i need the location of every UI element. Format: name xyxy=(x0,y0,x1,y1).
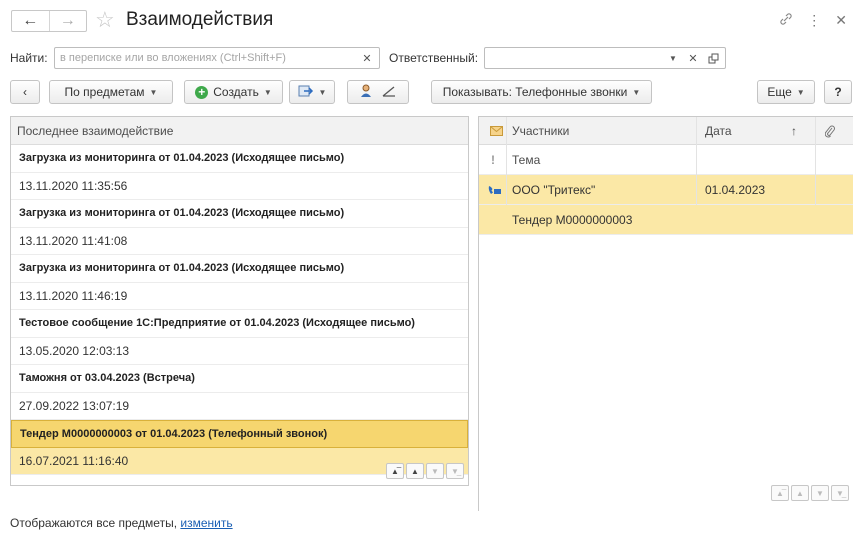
chevron-down-icon: ▼ xyxy=(796,87,805,97)
responsible-field[interactable]: ▼ ✕ xyxy=(484,47,726,69)
table-row-topic[interactable]: Тендер М0000000003 xyxy=(479,205,853,235)
dropdown-arrow-icon[interactable]: ▼ xyxy=(663,48,683,68)
table-row-subject[interactable]: Загрузка из мониторинга от 01.04.2023 (И… xyxy=(11,145,468,173)
show-filter-label: Показывать: Телефонные звонки xyxy=(442,85,628,99)
search-placeholder: в переписке или во вложениях (Ctrl+Shift… xyxy=(60,52,286,64)
toolbar: ‹ По предметам ▼ + Создать ▼ ▼ Показыват… xyxy=(0,80,853,104)
subjects-table[interactable]: Последнее взаимодействие Загрузка из мон… xyxy=(10,116,469,486)
date-cell: 01.04.2023 xyxy=(705,182,766,197)
date-header[interactable]: Дата xyxy=(705,117,732,145)
scroll-last-icon[interactable]: ▼̲ xyxy=(831,485,849,501)
table-row-subject[interactable]: Загрузка из мониторинга от 01.04.2023 (И… xyxy=(11,200,468,228)
scroll-down-icon[interactable]: ▼ xyxy=(811,485,829,501)
chevron-down-icon: ▼ xyxy=(632,87,641,97)
column-divider xyxy=(506,117,507,205)
chevron-left-icon: ‹ xyxy=(23,85,27,99)
find-label: Найти: xyxy=(10,51,48,65)
topic-header[interactable]: Тема xyxy=(512,145,540,174)
change-filter-link[interactable]: изменить xyxy=(180,516,232,530)
table-row-date[interactable]: 13.11.2020 11:46:19 xyxy=(11,283,468,310)
window-controls: ⋮ ✕ xyxy=(779,12,847,29)
table-row-subject[interactable]: Таможня от 03.04.2023 (Встреча) xyxy=(11,365,468,393)
table-row-date[interactable]: 13.11.2020 11:35:56 xyxy=(11,173,468,200)
clear-search-icon[interactable]: ✕ xyxy=(357,48,377,68)
back-button[interactable]: ← xyxy=(12,11,49,31)
table-row-subject[interactable]: Тестовое сообщение 1С:Предприятие от 01.… xyxy=(11,310,468,338)
participants-header[interactable]: Участники xyxy=(512,117,569,145)
table-row-date[interactable]: 13.05.2020 12:03:13 xyxy=(11,338,468,365)
title-bar: ← → ☆ Взаимодействия ⋮ ✕ xyxy=(0,0,853,40)
search-row: Найти: в переписке или во вложениях (Ctr… xyxy=(0,47,853,69)
create-label: Создать xyxy=(213,85,259,99)
column-divider xyxy=(696,117,697,205)
table-row-date[interactable]: 13.11.2020 11:41:08 xyxy=(11,228,468,255)
more-label: Еще xyxy=(767,85,792,99)
help-button[interactable]: ? xyxy=(824,80,852,104)
page-title: Взаимодействия xyxy=(126,9,274,30)
scroll-down-icon[interactable]: ▼ xyxy=(426,463,444,479)
create-button[interactable]: + Создать ▼ xyxy=(184,80,283,104)
topic-subheader: ! Тема xyxy=(479,145,853,175)
move-button[interactable]: ▼ xyxy=(289,80,335,104)
interactions-header: Участники Дата ↑ xyxy=(479,117,853,145)
by-subjects-label: По предметам xyxy=(64,85,145,99)
forward-button[interactable]: → xyxy=(48,11,87,31)
close-icon[interactable]: ✕ xyxy=(835,12,847,29)
interactions-table[interactable]: Участники Дата ↑ ! Тема ООО "Тритекс" 01… xyxy=(478,116,853,511)
left-scroll-controls: ▲̅ ▲ ▼ ▼̲ xyxy=(386,463,464,479)
show-filter-button[interactable]: Показывать: Телефонные звонки ▼ xyxy=(431,80,652,104)
responsible-label: Ответственный: xyxy=(389,51,479,65)
more-vertical-icon[interactable]: ⋮ xyxy=(807,12,821,29)
help-label: ? xyxy=(834,85,842,99)
right-scroll-controls: ▲̅ ▲ ▼ ▼̲ xyxy=(771,485,849,501)
table-row-subject[interactable]: Загрузка из мониторинга от 01.04.2023 (И… xyxy=(11,255,468,283)
subjects-rows: Загрузка из мониторинга от 01.04.2023 (И… xyxy=(11,145,468,475)
favorite-star-icon[interactable]: ☆ xyxy=(95,8,115,32)
sort-arrow-icon[interactable]: ↑ xyxy=(791,117,797,145)
table-row[interactable]: ООО "Тритекс" 01.04.2023 xyxy=(479,175,853,205)
review-icon[interactable] xyxy=(382,85,396,100)
scroll-last-icon[interactable]: ▼̲ xyxy=(446,463,464,479)
scroll-up-icon[interactable]: ▲ xyxy=(406,463,424,479)
search-input[interactable]: в переписке или во вложениях (Ctrl+Shift… xyxy=(54,47,380,69)
chevron-down-icon: ▼ xyxy=(263,87,272,97)
link-icon[interactable] xyxy=(779,12,793,29)
plus-icon: + xyxy=(195,85,209,99)
by-subjects-button[interactable]: По предметам ▼ xyxy=(49,80,173,104)
open-icon[interactable] xyxy=(703,48,723,68)
navigation-buttons: ← → xyxy=(11,10,87,32)
table-row-date[interactable]: 27.09.2022 13:07:19 xyxy=(11,393,468,420)
participants-cell: ООО "Тритекс" xyxy=(512,182,596,197)
scroll-up-icon[interactable]: ▲ xyxy=(791,485,809,501)
contact-person-icon[interactable] xyxy=(360,84,372,101)
collapse-button[interactable]: ‹ xyxy=(10,80,40,104)
envelope-icon[interactable] xyxy=(487,117,505,145)
chevron-down-icon: ▼ xyxy=(149,87,158,97)
attachment-icon[interactable] xyxy=(825,117,835,145)
scroll-first-icon[interactable]: ▲̅ xyxy=(771,485,789,501)
scroll-first-icon[interactable]: ▲̅ xyxy=(386,463,404,479)
subjects-filter-status: Отображаются все предметы, изменить xyxy=(10,516,233,530)
importance-icon: ! xyxy=(491,152,495,167)
move-icon xyxy=(298,84,314,101)
chevron-down-icon: ▼ xyxy=(318,87,327,97)
more-button[interactable]: Еще ▼ xyxy=(757,80,815,104)
last-interaction-header[interactable]: Последнее взаимодействие xyxy=(11,117,468,145)
contact-actions-group xyxy=(347,80,409,104)
phone-call-icon xyxy=(487,175,503,204)
topic-cell: Тендер М0000000003 xyxy=(512,212,633,227)
column-divider xyxy=(815,117,816,205)
footer-text: Отображаются все предметы, xyxy=(10,516,181,530)
selected-row-subject[interactable]: Тендер М0000000003 от 01.04.2023 (Телефо… xyxy=(11,420,468,448)
clear-responsible-icon[interactable]: ✕ xyxy=(683,48,703,68)
